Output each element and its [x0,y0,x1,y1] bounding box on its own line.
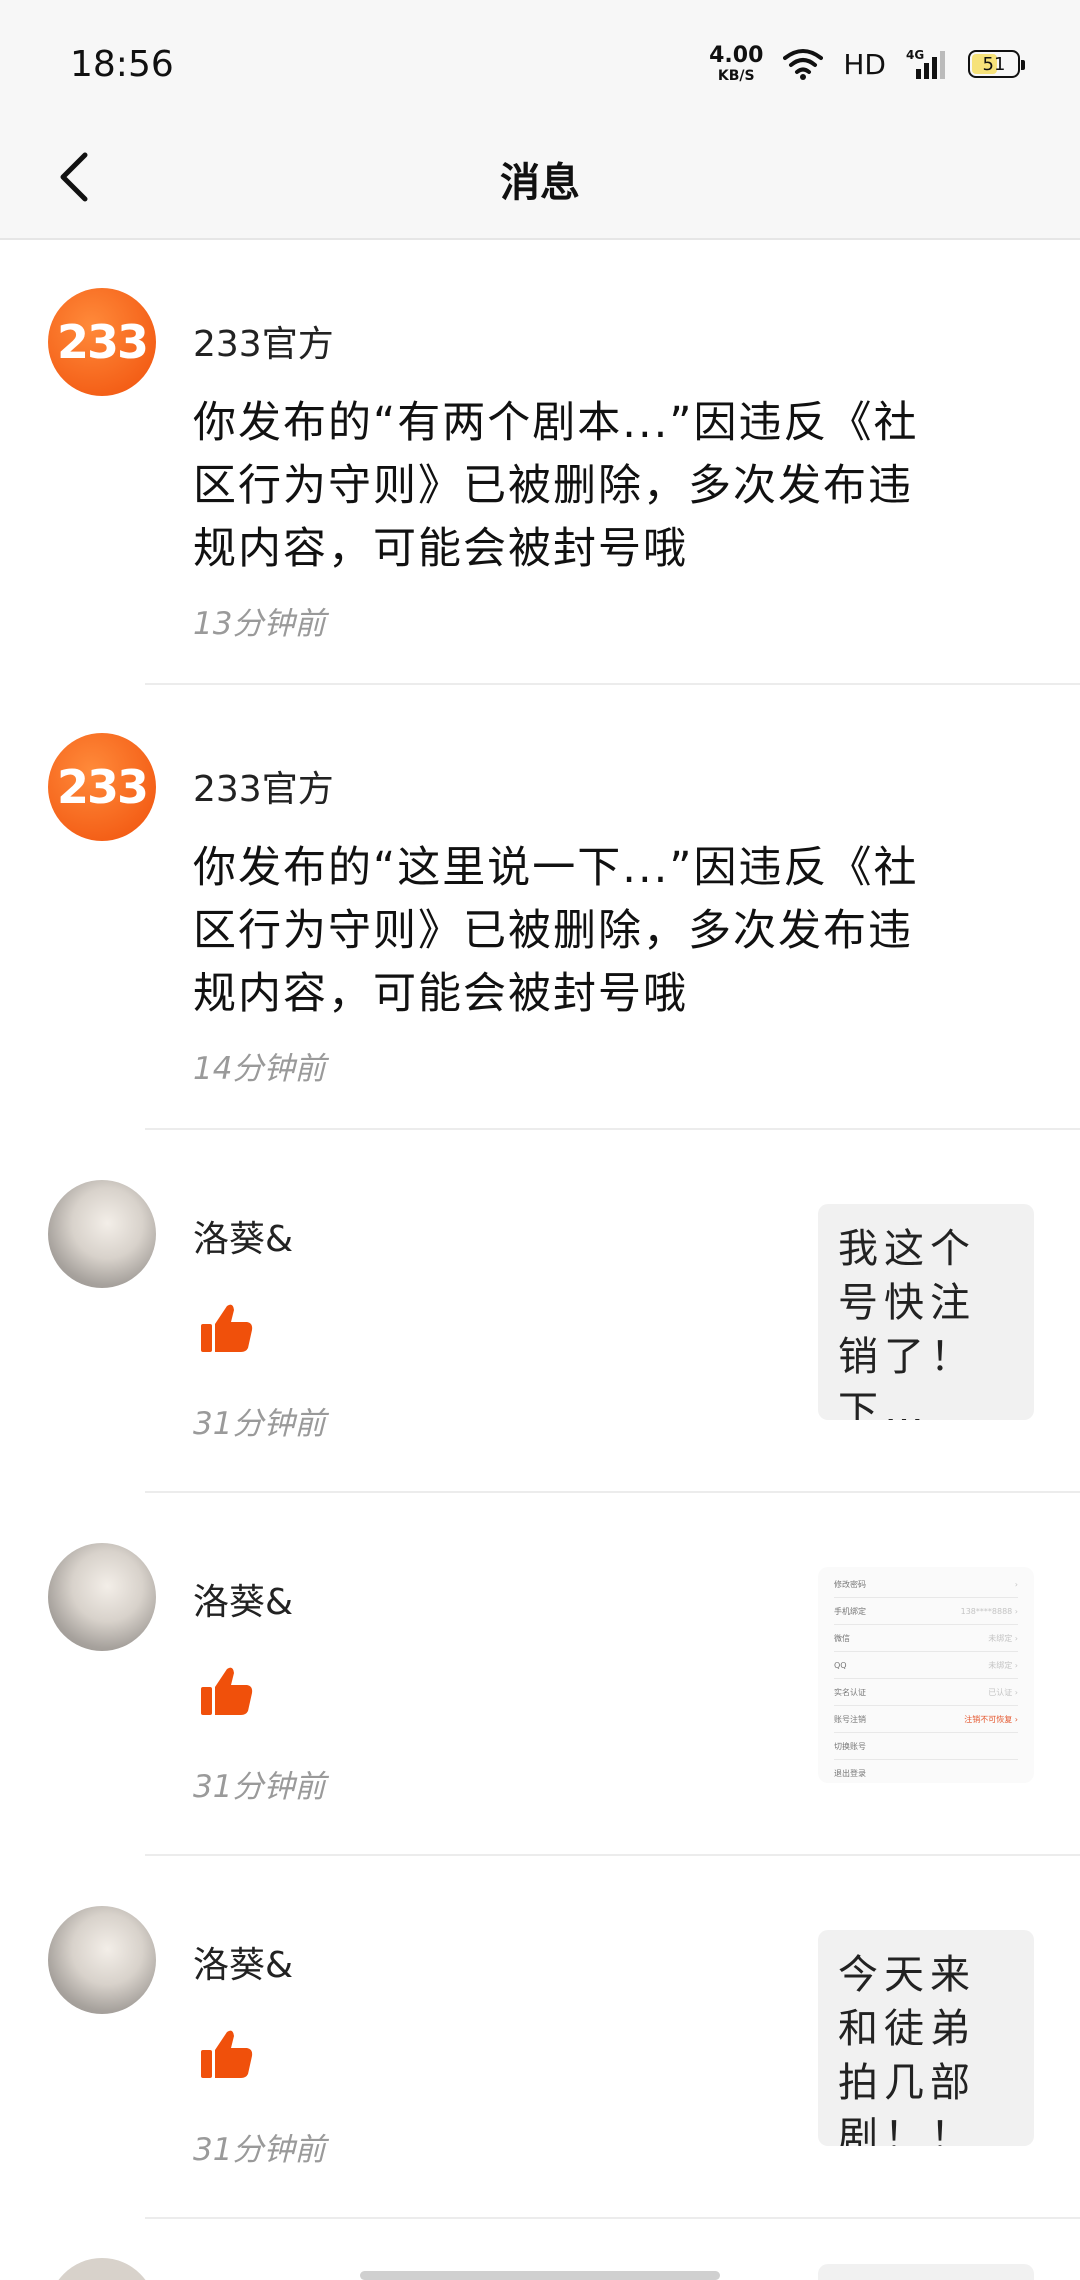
user-avatar[interactable] [48,1180,156,1288]
wifi-icon [783,48,824,80]
message-time: 31分钟前 [193,1769,326,1805]
thumbs-up-icon [201,1667,253,1715]
network-speed-value: 4.00 [709,43,764,68]
status-bar: 18:56 4.00 KB/S HD 4G 51 [0,0,1080,120]
official-avatar-logo: 233 [56,760,149,814]
post-thumbnail-text: 今天来和徒弟拍几部剧！！ [838,1952,976,2146]
message-time: 14分钟前 [193,1051,326,1087]
thumbnail-row: 微信 未绑定 › [834,1625,1018,1652]
thumbnail-row: 修改密码 › [834,1571,1018,1598]
post-thumbnail[interactable]: 修改密码 › 手机绑定 138****8888 › 微信 未绑定 › QQ 未绑定 › … [818,1567,1034,1783]
battery-icon: 51 [968,50,1025,78]
thumbnail-row: 实名认证 已认证 › [834,1679,1018,1706]
message-time: 31分钟前 [193,1406,326,1442]
thumbs-up-icon [201,2030,253,2078]
home-indicator[interactable] [360,2271,720,2280]
page-title: 消息 [500,160,580,206]
post-thumbnail [818,2264,1034,2280]
thumbnail-row: QQ 未绑定 › [834,1652,1018,1679]
thumbnail-row: 切换账号 [834,1733,1018,1760]
sender-name[interactable]: 233官方 [193,760,334,812]
message-content: 你发布的“有两个剧本...”因违反《社区行为守则》已被删除，多次发布违规内容，可… [193,398,919,574]
thumbnail-row: 账号注销 注销不可恢复 › [834,1706,1018,1733]
network-speed-unit: KB/S [717,68,755,84]
sender-name[interactable]: 洛葵& [193,1573,293,1625]
message-time: 31分钟前 [193,2132,326,2168]
thumbnail-row: 退出登录 [834,1760,1018,1783]
thumbs-up-icon [201,1304,253,1352]
next-item-partial [0,2258,1080,2280]
user-avatar [48,2258,156,2280]
like-notification[interactable]: 洛葵& 31分钟前 我这个号快注销了！下… [48,1130,1080,1493]
user-avatar[interactable] [48,1906,156,2014]
like-notification[interactable]: 洛葵& 31分钟前 今天来和徒弟拍几部剧！！ [48,1856,1080,2219]
status-time: 18:56 [70,44,174,85]
like-notification[interactable]: 洛葵& 31分钟前 修改密码 › 手机绑定 138****8888 › 微信 未绑定 … [48,1493,1080,1856]
hd-label: HD [843,47,886,81]
post-thumbnail-text: 我这个号快注销了！下… [838,1226,976,1420]
thumbnail-row: 手机绑定 138****8888 › [834,1598,1018,1625]
battery-level: 51 [982,53,1006,75]
message-time: 13分钟前 [193,606,326,642]
network-speed: 4.00 KB/S [709,43,764,84]
status-icons: 4.00 KB/S HD 4G 51 [709,43,1025,84]
official-avatar[interactable]: 233 [48,288,156,396]
signal-label: 4G [906,48,924,62]
page-header: 消息 [0,120,1080,240]
message-item[interactable]: 233 233官方 你发布的“有两个剧本...”因违反《社区行为守则》已被删除，… [48,240,1080,685]
message-item[interactable]: 233 233官方 你发布的“这里说一下...”因违反《社区行为守则》已被删除，… [48,685,1080,1130]
message-content: 你发布的“这里说一下...”因违反《社区行为守则》已被删除，多次发布违规内容，可… [193,843,919,1019]
sender-name[interactable]: 233官方 [193,315,334,367]
message-list: 233 233官方 你发布的“有两个剧本...”因违反《社区行为守则》已被删除，… [0,240,1080,2219]
post-thumbnail[interactable]: 我这个号快注销了！下… [818,1204,1034,1420]
official-avatar[interactable]: 233 [48,733,156,841]
signal-icon: 4G [906,47,948,81]
user-avatar[interactable] [48,1543,156,1651]
sender-name[interactable]: 洛葵& [193,1936,293,1988]
official-avatar-logo: 233 [56,315,149,369]
post-thumbnail[interactable]: 今天来和徒弟拍几部剧！！ [818,1930,1034,2146]
sender-name[interactable]: 洛葵& [193,1210,293,1262]
